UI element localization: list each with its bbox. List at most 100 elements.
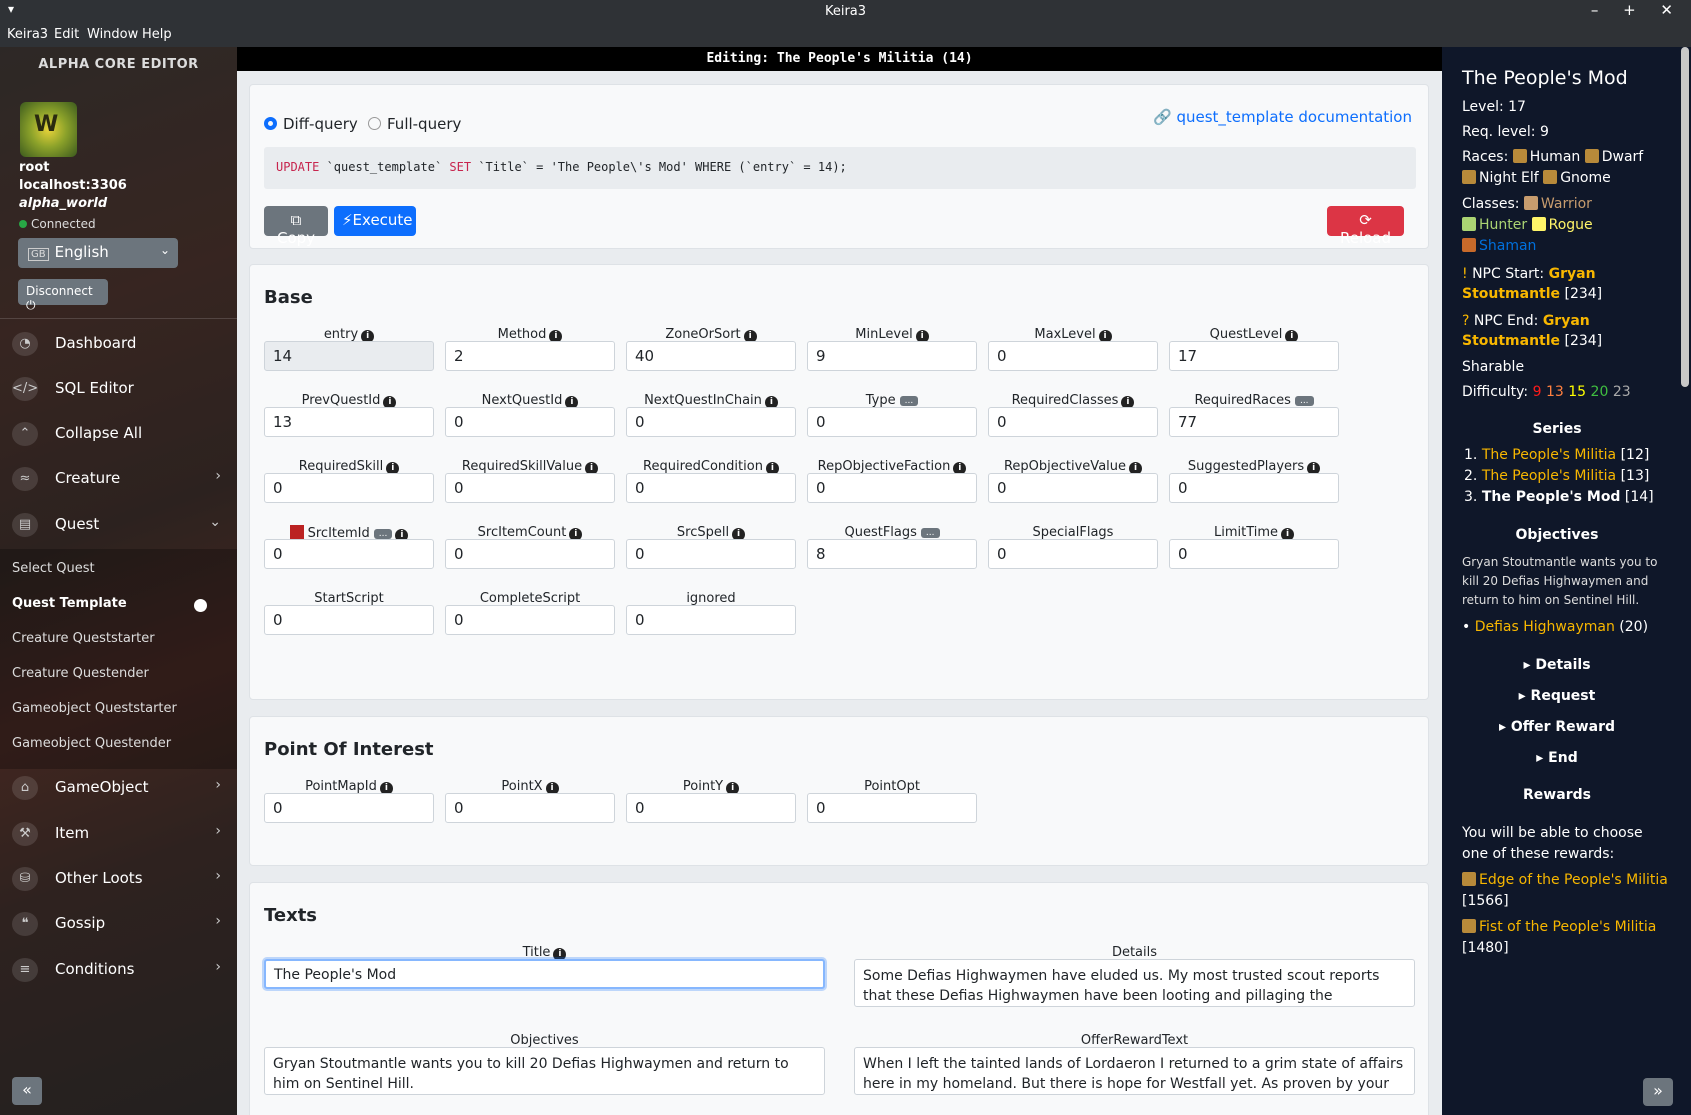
repobjectivevalue-input[interactable]: [988, 473, 1158, 503]
nav-sql-editor[interactable]: </> SQL Editor: [0, 368, 237, 410]
reward-item-1[interactable]: Edge of the People's Militia [1566]: [1462, 870, 1672, 912]
nav-dashboard[interactable]: ◔ Dashboard: [0, 323, 237, 365]
language-select[interactable]: GB English ⌄: [18, 238, 178, 268]
request-toggle[interactable]: ▸ Request: [1442, 688, 1672, 704]
reward-item-2[interactable]: Fist of the People's Militia [1480]: [1462, 917, 1672, 959]
selector-button[interactable]: ...: [1294, 396, 1314, 406]
active-indicator-icon: [194, 599, 207, 612]
title-input[interactable]: The People's Mod: [264, 959, 825, 989]
selector-button[interactable]: ...: [373, 529, 393, 539]
quest-icon: ▤: [12, 513, 38, 537]
series-item-1[interactable]: 1. The People's Militia [12]: [1464, 447, 1649, 463]
preview-rewards-title: Rewards: [1523, 787, 1591, 803]
menu-keira3[interactable]: Keira3: [7, 27, 48, 42]
execute-button[interactable]: ⚡Execute: [334, 206, 416, 236]
objective-item: • Defias Highwayman (20): [1462, 619, 1649, 635]
preview-req-level: Req. level: 9: [1462, 124, 1549, 140]
srcitemcount-input[interactable]: [445, 539, 615, 569]
requiredskillvalue-input[interactable]: [445, 473, 615, 503]
pointy-input[interactable]: [626, 793, 796, 823]
expand-panel-button[interactable]: »: [1643, 1078, 1673, 1106]
questflags-input[interactable]: [807, 539, 977, 569]
questlevel-input[interactable]: [1169, 341, 1339, 371]
nav-creature[interactable]: ≈ Creature ›: [0, 458, 237, 500]
sub-select-quest[interactable]: Select Quest: [0, 552, 237, 587]
sub-quest-template[interactable]: Quest Template: [0, 587, 237, 622]
method-input[interactable]: [445, 341, 615, 371]
user-name: root: [19, 160, 50, 175]
scrollbar[interactable]: [1681, 47, 1689, 387]
chevron-right-icon: ›: [215, 913, 221, 929]
menu-edit[interactable]: Edit: [54, 27, 79, 42]
nextquestid-input[interactable]: [445, 407, 615, 437]
startscript-input[interactable]: [264, 605, 434, 635]
selector-button[interactable]: ...: [899, 396, 919, 406]
offer-reward-textarea[interactable]: When I left the tainted lands of Lordaer…: [854, 1047, 1415, 1095]
nav-gossip[interactable]: ❝ Gossip ›: [0, 903, 237, 945]
end-toggle[interactable]: ▸ End: [1442, 750, 1672, 766]
nav-quest[interactable]: ▤ Quest ⌄: [0, 504, 237, 546]
limittime-input[interactable]: [1169, 539, 1339, 569]
sub-gameobject-questender[interactable]: Gameobject Questender: [0, 727, 237, 762]
pointx-input[interactable]: [445, 793, 615, 823]
nav-conditions[interactable]: ≡ Conditions ›: [0, 949, 237, 991]
mace-icon: [1462, 919, 1476, 933]
exclamation-icon: !: [1462, 266, 1468, 282]
srcspell-input[interactable]: [626, 539, 796, 569]
nav-gameobject[interactable]: ⌂ GameObject ›: [0, 767, 237, 809]
full-query-radio[interactable]: Full-query: [368, 115, 461, 133]
sub-creature-questender[interactable]: Creature Questender: [0, 657, 237, 692]
chevron-down-icon: ⌄: [159, 243, 170, 257]
type-input[interactable]: [807, 407, 977, 437]
specialflags-input[interactable]: [988, 539, 1158, 569]
srcitemid-input[interactable]: [264, 539, 434, 569]
requiredclasses-input[interactable]: [988, 407, 1158, 437]
documentation-link[interactable]: 🔗 quest_template documentation: [1153, 108, 1412, 126]
objectives-textarea[interactable]: Gryan Stoutmantle wants you to kill 20 D…: [264, 1047, 825, 1095]
reload-button[interactable]: ⟳ Reload: [1327, 206, 1404, 247]
prevquestid-input[interactable]: [264, 407, 434, 437]
pointmapid-input[interactable]: [264, 793, 434, 823]
preview-objectives-text: Gryan Stoutmantle wants you to kill 20 D…: [1462, 555, 1658, 607]
zoneorsort-input[interactable]: [626, 341, 796, 371]
disconnect-button[interactable]: Disconnect ⏻: [18, 279, 108, 312]
pointopt-input[interactable]: [807, 793, 977, 823]
host-label: localhost:3306: [19, 178, 127, 193]
nav-other-loots[interactable]: ⛁ Other Loots ›: [0, 858, 237, 900]
diff-query-radio[interactable]: Diff-query: [264, 115, 358, 133]
selector-button[interactable]: ...: [920, 528, 940, 538]
repobjectivefaction-input[interactable]: [807, 473, 977, 503]
window-controls[interactable]: – + ✕: [1591, 1, 1683, 19]
quest-preview-panel: The People's Mod Level: 17 Req. level: 9…: [1442, 47, 1691, 1115]
requiredcondition-input[interactable]: [626, 473, 796, 503]
preview-level: Level: 17: [1462, 99, 1526, 115]
copy-button[interactable]: ⧉ Copy: [264, 206, 328, 247]
details-textarea[interactable]: Some Defias Highwaymen have eluded us. M…: [854, 959, 1415, 1007]
offer-reward-toggle[interactable]: ▸ Offer Reward: [1442, 719, 1672, 735]
preview-difficulty: Difficulty: 9 13 15 20 23: [1462, 384, 1631, 400]
menu-help[interactable]: Help: [142, 27, 172, 42]
nextquestinchain-input[interactable]: [626, 407, 796, 437]
section-title-poi: Point Of Interest: [264, 739, 434, 760]
gameobject-icon: ⌂: [12, 776, 38, 800]
preview-races-line1: Races: Human Dwarf: [1462, 149, 1644, 165]
sub-gameobject-queststarter[interactable]: Gameobject Queststarter: [0, 692, 237, 727]
minlevel-input[interactable]: [807, 341, 977, 371]
nav-collapse-all[interactable]: ⌃ Collapse All: [0, 413, 237, 455]
suggestedplayers-input[interactable]: [1169, 473, 1339, 503]
menu-window[interactable]: Window: [87, 27, 138, 42]
radio-checked-icon: [264, 117, 277, 130]
preview-classes-line1: Classes: Warrior: [1462, 196, 1592, 212]
maxlevel-input[interactable]: [988, 341, 1158, 371]
ignored-input[interactable]: [626, 605, 796, 635]
requiredskill-input[interactable]: [264, 473, 434, 503]
entry-input[interactable]: [264, 341, 434, 371]
nav-item[interactable]: ⚒ Item ›: [0, 813, 237, 855]
series-item-2[interactable]: 2. The People's Militia [13]: [1464, 468, 1649, 484]
details-toggle[interactable]: ▸ Details: [1442, 657, 1672, 673]
shaman-icon: [1462, 238, 1476, 252]
sub-creature-queststarter[interactable]: Creature Queststarter: [0, 622, 237, 657]
requiredraces-input[interactable]: [1169, 407, 1339, 437]
collapse-sidebar-button[interactable]: «: [12, 1077, 42, 1105]
completescript-input[interactable]: [445, 605, 615, 635]
